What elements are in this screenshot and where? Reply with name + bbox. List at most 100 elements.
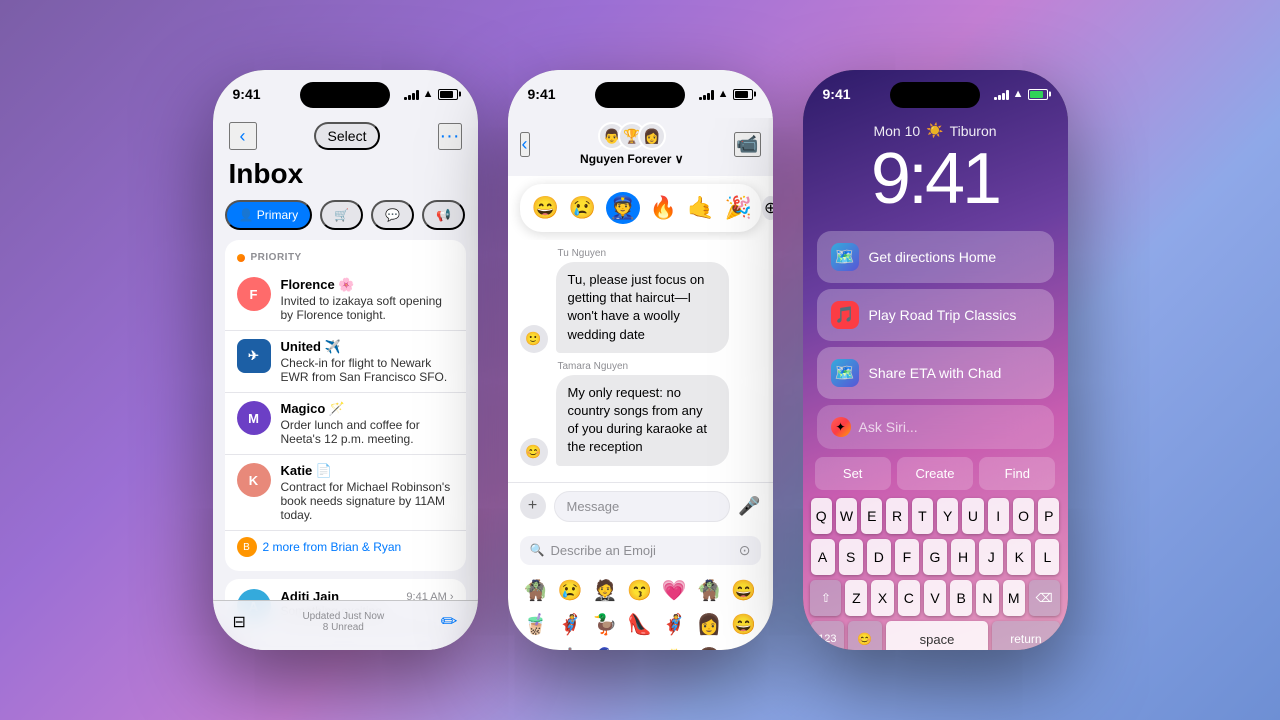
key-space[interactable]: space [886,621,989,650]
dynamic-island-2 [595,82,685,108]
key-n[interactable]: N [976,580,998,616]
key-g[interactable]: G [923,539,947,575]
emoji-11[interactable]: 👠 [624,609,656,641]
emoji-13[interactable]: 👩 [693,609,725,641]
key-emoji[interactable]: 😊 [848,621,882,650]
key-y[interactable]: Y [937,498,958,534]
reaction-fire[interactable]: 🔥 [650,195,677,221]
mail-content-magico: Magico 🪄 Order lunch and coffee for Neet… [281,401,454,446]
key-l[interactable]: L [1035,539,1059,575]
key-f[interactable]: F [895,539,919,575]
reaction-add[interactable]: ⊕ [762,196,773,220]
emoji-5[interactable]: 💗 [658,575,690,607]
key-d[interactable]: D [867,539,891,575]
emoji-8[interactable]: 🧋 [520,609,552,641]
key-delete[interactable]: ⌫ [1029,580,1060,616]
mail-back-button[interactable]: ‹ [229,122,257,150]
reaction-smile[interactable]: 😄 [532,195,559,221]
mail-more-button[interactable]: ··· [438,123,462,150]
key-k[interactable]: K [1007,539,1031,575]
mail-item-united[interactable]: ✈ United ✈️ Check-in for flight to Newar… [225,331,466,393]
emoji-search-bar[interactable]: 🔍 Describe an Emoji ⊙ [520,536,761,565]
emoji-custom-icon[interactable]: ⊙ [739,542,751,559]
msg-avatar-tu: 🙂 [520,325,548,353]
mail-select-button[interactable]: Select [314,122,381,150]
mail-item-katie[interactable]: K Katie 📄 Contract for Michael Robinson'… [225,455,466,531]
emoji-4[interactable]: 😙 [624,575,656,607]
emoji-3[interactable]: 🤵 [589,575,621,607]
siri-ask-bar[interactable]: ✦ Ask Siri... [817,405,1054,449]
key-p[interactable]: P [1038,498,1059,534]
mail-tab-shopping[interactable]: 🛒 [320,200,363,230]
siri-card-eta[interactable]: 🗺️ Share ETA with Chad [817,347,1054,399]
sender-magico: Magico 🪄 [281,401,454,417]
group-info: 👨 🏆 👩 Nguyen Forever ∨ [580,122,683,166]
mail-content-katie: Katie 📄 Contract for Michael Robinson's … [281,463,454,522]
key-o[interactable]: O [1013,498,1034,534]
mail-compose-button[interactable]: ✏ [441,609,458,634]
mail-tab-social[interactable]: 💬 [371,200,414,230]
avatar-florence: F [237,277,271,311]
key-t[interactable]: T [912,498,933,534]
key-z[interactable]: Z [845,580,867,616]
key-shift[interactable]: ⇧ [810,580,841,616]
reaction-cry[interactable]: 😢 [569,195,596,221]
emoji-14[interactable]: 😄 [728,609,760,641]
key-u[interactable]: U [962,498,983,534]
reaction-party[interactable]: 🎉 [725,195,752,221]
message-add-button[interactable]: + [520,493,546,519]
key-e[interactable]: E [861,498,882,534]
siri-card-music[interactable]: 🎵 Play Road Trip Classics [817,289,1054,341]
key-h[interactable]: H [951,539,975,575]
group-name[interactable]: Nguyen Forever ∨ [580,152,683,166]
more-from-link[interactable]: B 2 more from Brian & Ryan [225,531,466,563]
reaction-hand[interactable]: 🤙 [687,195,714,221]
key-q[interactable]: Q [811,498,832,534]
emoji-17[interactable]: 🧙 [589,643,621,651]
emoji-18[interactable]: 💻 [624,643,656,651]
emoji-10[interactable]: 🦆 [589,609,621,641]
message-mic-button[interactable]: 🎤 [738,496,760,517]
message-input[interactable]: Message [554,491,731,522]
key-123[interactable]: 123 [811,621,845,650]
key-i[interactable]: I [988,498,1009,534]
key-j[interactable]: J [979,539,1003,575]
siri-card-directions[interactable]: 🗺️ Get directions Home [817,231,1054,283]
emoji-15[interactable]: 🚧 [520,643,552,651]
emoji-reaction-bar[interactable]: 😄 😢 👮 🔥 🤙 🎉 ⊕ [520,184,761,232]
key-r[interactable]: R [886,498,907,534]
emoji-6[interactable]: 🧌 [693,575,725,607]
facetime-button[interactable]: 📹 [734,132,760,157]
mail-tab-primary[interactable]: 👤 Primary [225,200,313,230]
reaction-police[interactable]: 👮 [606,192,639,224]
action-find[interactable]: Find [979,457,1055,490]
sender-tu: Tu Nguyen [558,248,761,259]
mail-tab-updates[interactable]: 📢 [422,200,465,230]
emoji-19[interactable]: 🎂 [658,643,690,651]
emoji-9[interactable]: 🦸 [554,609,586,641]
emoji-21[interactable]: 😄 [728,643,760,651]
siri-orb: ✦ [831,417,851,437]
mail-filter-icon[interactable]: ⊟ [233,612,246,632]
key-c[interactable]: C [898,580,920,616]
key-v[interactable]: V [924,580,946,616]
key-m[interactable]: M [1003,580,1025,616]
emoji-1[interactable]: 🧌 [520,575,552,607]
emoji-12[interactable]: 🦸 [658,609,690,641]
emoji-2[interactable]: 😢 [554,575,586,607]
key-b[interactable]: B [950,580,972,616]
messages-screen: 9:41 ▲ ‹ 👨 🏆 👩 Nguyen Forever ∨ [508,70,773,650]
mail-item-florence[interactable]: F Florence 🌸 Invited to izakaya soft ope… [225,269,466,331]
emoji-20[interactable]: 👩 [693,643,725,651]
emoji-7[interactable]: 😄 [728,575,760,607]
action-create[interactable]: Create [897,457,973,490]
action-set[interactable]: Set [815,457,891,490]
mail-item-magico[interactable]: M Magico 🪄 Order lunch and coffee for Ne… [225,393,466,455]
key-return[interactable]: return [992,621,1059,650]
key-a[interactable]: A [811,539,835,575]
key-s[interactable]: S [839,539,863,575]
emoji-16[interactable]: 🤖 [554,643,586,651]
messages-back-button[interactable]: ‹ [520,132,530,157]
key-w[interactable]: W [836,498,857,534]
key-x[interactable]: X [871,580,893,616]
